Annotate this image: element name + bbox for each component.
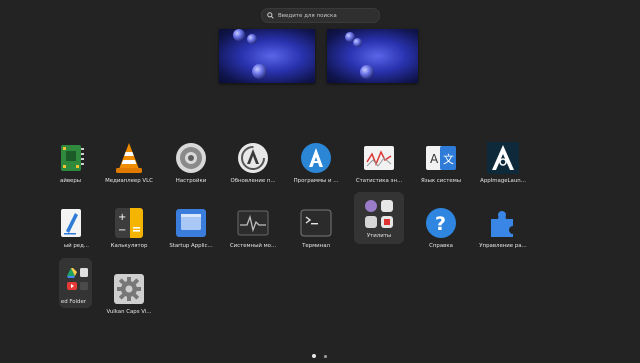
app-settings[interactable]: Настройки xyxy=(158,133,224,191)
extensions-icon xyxy=(487,207,519,239)
terminal-icon xyxy=(300,207,332,239)
svg-text:文: 文 xyxy=(443,152,454,166)
app-label: айверы xyxy=(60,178,81,184)
svg-text:+: + xyxy=(118,212,126,223)
page-dot-2[interactable] xyxy=(324,355,327,358)
app-appimagelauncher[interactable]: AppImageLaun... xyxy=(470,133,536,191)
app-vulkan-caps-viewer[interactable]: Vulkan Caps Vi... xyxy=(96,264,162,322)
search-icon xyxy=(267,12,274,19)
svg-text:A: A xyxy=(430,152,439,166)
app-language[interactable]: A 文 Язык системы xyxy=(408,133,474,191)
app-drivers[interactable]: айверы xyxy=(37,133,103,191)
app-software[interactable]: Программы и ... xyxy=(283,133,349,191)
power-statistics-icon xyxy=(363,142,395,174)
search-input[interactable]: Введите для поиска xyxy=(278,13,337,19)
app-label: ed Folder xyxy=(60,299,86,305)
svg-text:−: − xyxy=(118,225,126,236)
system-monitor-icon xyxy=(237,207,269,239)
app-calculator[interactable]: + − Калькулятор xyxy=(96,198,162,256)
language-icon: A 文 xyxy=(425,142,457,174)
page-dot-1[interactable] xyxy=(312,354,316,358)
chip-icon xyxy=(61,142,85,174)
app-label: Управление ра... xyxy=(479,243,527,249)
app-label: Программы и ... xyxy=(293,178,339,184)
calculator-icon: + − xyxy=(113,207,145,239)
folder-icon xyxy=(363,198,395,230)
app-label: Статистика эн... xyxy=(355,178,403,184)
app-label: Калькулятор xyxy=(110,243,148,249)
gear-icon xyxy=(175,142,207,174)
gear-icon xyxy=(113,273,145,305)
app-label: Утилиты xyxy=(366,233,392,239)
workspace-thumbnail-2[interactable] xyxy=(327,29,418,83)
app-label: Терминал xyxy=(302,243,330,249)
app-label: Настройки xyxy=(175,178,207,184)
app-text-editor[interactable]: ый ред... xyxy=(37,198,103,256)
folder-icon xyxy=(63,265,91,297)
startup-applications-icon xyxy=(175,207,207,239)
app-power-statistics[interactable]: Статистика эн... xyxy=(346,133,412,191)
folder-utilities[interactable]: Утилиты xyxy=(346,192,412,244)
app-extensions[interactable]: Управление ра... xyxy=(470,198,536,256)
app-label: ый ред... xyxy=(63,243,89,249)
app-label: Startup Applic... xyxy=(169,243,213,249)
app-label: Vulkan Caps Vi... xyxy=(106,309,152,315)
appimage-launcher-icon xyxy=(487,142,519,174)
help-icon: ? xyxy=(425,207,457,239)
folder-shared[interactable]: ed Folder xyxy=(37,258,103,310)
app-label: AppImageLaun... xyxy=(480,178,526,184)
search-bar[interactable]: Введите для поиска xyxy=(261,8,380,23)
software-store-icon xyxy=(300,142,332,174)
update-icon xyxy=(237,142,269,174)
app-startup-applications[interactable]: Startup Applic... xyxy=(158,198,224,256)
app-label: Системный мо... xyxy=(229,243,277,249)
text-editor-icon xyxy=(61,207,85,239)
app-vlc[interactable]: Медиаплеер VLC xyxy=(96,133,162,191)
app-terminal[interactable]: Терминал xyxy=(283,198,349,256)
app-system-monitor[interactable]: Системный мо... xyxy=(220,198,286,256)
app-label: Медиаплеер VLC xyxy=(105,178,153,184)
app-label: Справка xyxy=(429,243,453,249)
svg-text:?: ? xyxy=(435,213,446,235)
workspace-thumbnail-1[interactable] xyxy=(219,29,315,83)
app-updates[interactable]: Обновление п... xyxy=(220,133,286,191)
app-help[interactable]: ? Справка xyxy=(408,198,474,256)
vlc-cone-icon xyxy=(113,142,145,174)
app-label: Язык системы xyxy=(420,178,462,184)
app-label: Обновление п... xyxy=(230,178,276,184)
